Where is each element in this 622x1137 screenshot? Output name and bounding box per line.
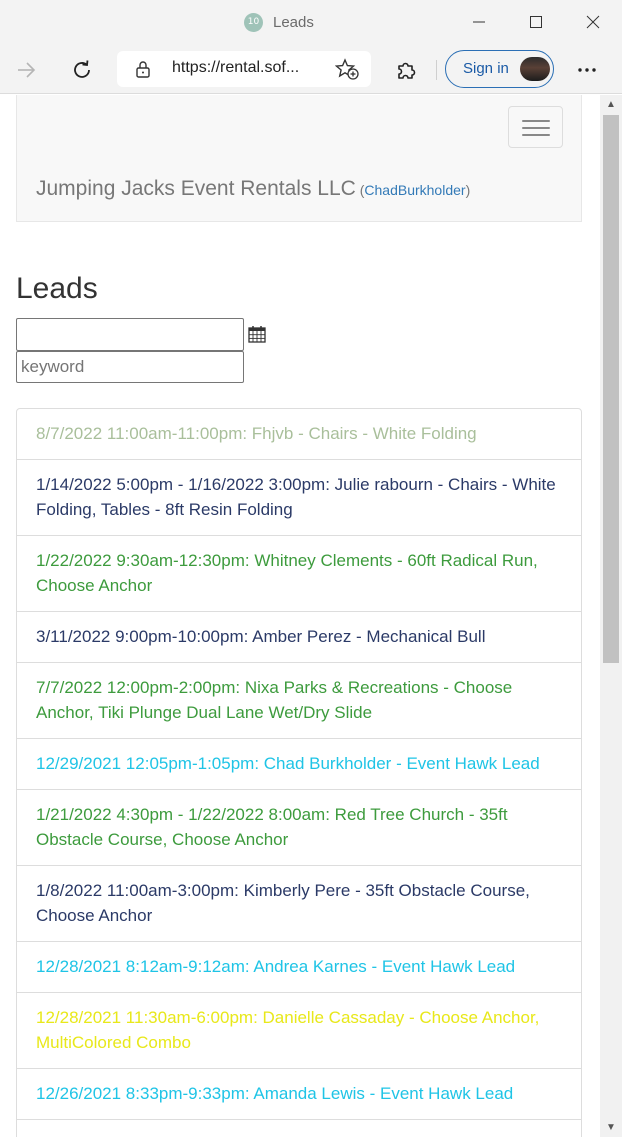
tab[interactable]: 10 Leads [244,10,314,34]
scroll-thumb[interactable] [603,115,619,663]
lead-list-item[interactable]: 12/26/2021 8:33pm-9:33pm: Amanda Lewis -… [16,1068,582,1120]
lead-list-item[interactable]: 12/28/2021 11:30am-6:00pm: Danielle Cass… [16,992,582,1069]
lead-list-item[interactable]: 1/14/2022 5:00pm - 1/16/2022 3:00pm: Jul… [16,459,582,536]
maximize-button[interactable] [521,8,551,36]
brand-name: Jumping Jacks Event Rentals LLC [36,177,356,200]
brand[interactable]: Jumping Jacks Event Rentals LLC (ChadBur… [36,177,470,201]
address-bar[interactable]: https://rental.sof... [117,51,371,87]
url-text: https://rental.sof... [172,59,300,76]
user-close-paren: ) [465,182,471,198]
lock-icon [136,61,150,78]
hamburger-icon [522,120,550,122]
lead-list-item[interactable]: 3/11/2022 9:00pm-10:00pm: Amber Perez - … [16,611,582,663]
puzzle-icon [398,62,416,79]
lead-list-item[interactable]: 1/8/2022 11:00am-3:00pm: Kimberly Pere -… [16,865,582,942]
extensions-button[interactable] [392,56,420,84]
more-dots-icon [578,68,596,72]
page-viewport: Jumping Jacks Event Rentals LLC (ChadBur… [0,95,600,1137]
navbar: Jumping Jacks Event Rentals LLC (ChadBur… [16,95,582,222]
add-favorite-icon[interactable] [335,58,359,80]
sign-in-button[interactable]: Sign in [445,50,554,88]
lead-list-item[interactable]: 7/7/2022 12:00pm-2:00pm: Nixa Parks & Re… [16,662,582,739]
menu-toggle-button[interactable] [508,106,563,148]
page-scrollbar[interactable]: ▲ ▼ [600,95,622,1137]
close-icon [586,15,600,29]
minimize-icon [473,21,485,23]
reload-button[interactable] [68,56,96,84]
brand-user-wrap: (ChadBurkholder) [356,182,471,198]
tab-favicon-icon: 10 [244,12,263,32]
calendar-icon[interactable] [248,325,266,343]
settings-more-button[interactable] [573,56,601,84]
maximize-icon [530,16,542,28]
page-title: Leads [16,272,98,305]
lead-list-item[interactable]: 1/22/2022 9:30am-12:30pm: Whitney Clemen… [16,535,582,612]
minimize-button[interactable] [464,8,494,36]
tab-title: Leads [273,13,314,31]
date-input[interactable] [16,318,244,351]
sign-in-label: Sign in [463,60,509,77]
lead-list-item[interactable]: 1/21/2022 4:30pm - 1/22/2022 8:00am: Red… [16,789,582,866]
toolbar-divider [436,60,437,80]
lead-list-item[interactable]: 12/28/2021 8:12am-9:12am: Andrea Karnes … [16,941,582,993]
browser-toolbar: https://rental.sof... Sign in [0,44,622,94]
scroll-up-arrow-icon[interactable]: ▲ [606,99,616,110]
lead-list-item[interactable]: 12/29/2021 12:05pm-1:05pm: Chad Burkhold… [16,738,582,790]
reload-icon [74,60,90,78]
profile-avatar [520,57,550,81]
keyword-search-input[interactable] [16,351,244,383]
user-link[interactable]: ChadBurkholder [364,182,465,198]
back-button[interactable] [12,56,40,84]
close-window-button[interactable] [578,8,608,36]
hamburger-icon-bar [522,134,550,136]
leads-list: 8/7/2022 11:00am-11:00pm: Fhjvb - Chairs… [16,408,582,1137]
lead-list-item[interactable] [16,1119,582,1137]
scroll-down-arrow-icon[interactable]: ▼ [606,1122,616,1133]
lead-list-item[interactable]: 8/7/2022 11:00am-11:00pm: Fhjvb - Chairs… [16,408,582,460]
arrow-right-icon [18,62,36,78]
hamburger-icon-bar [522,127,550,129]
browser-titlebar: 10 Leads [0,0,622,44]
